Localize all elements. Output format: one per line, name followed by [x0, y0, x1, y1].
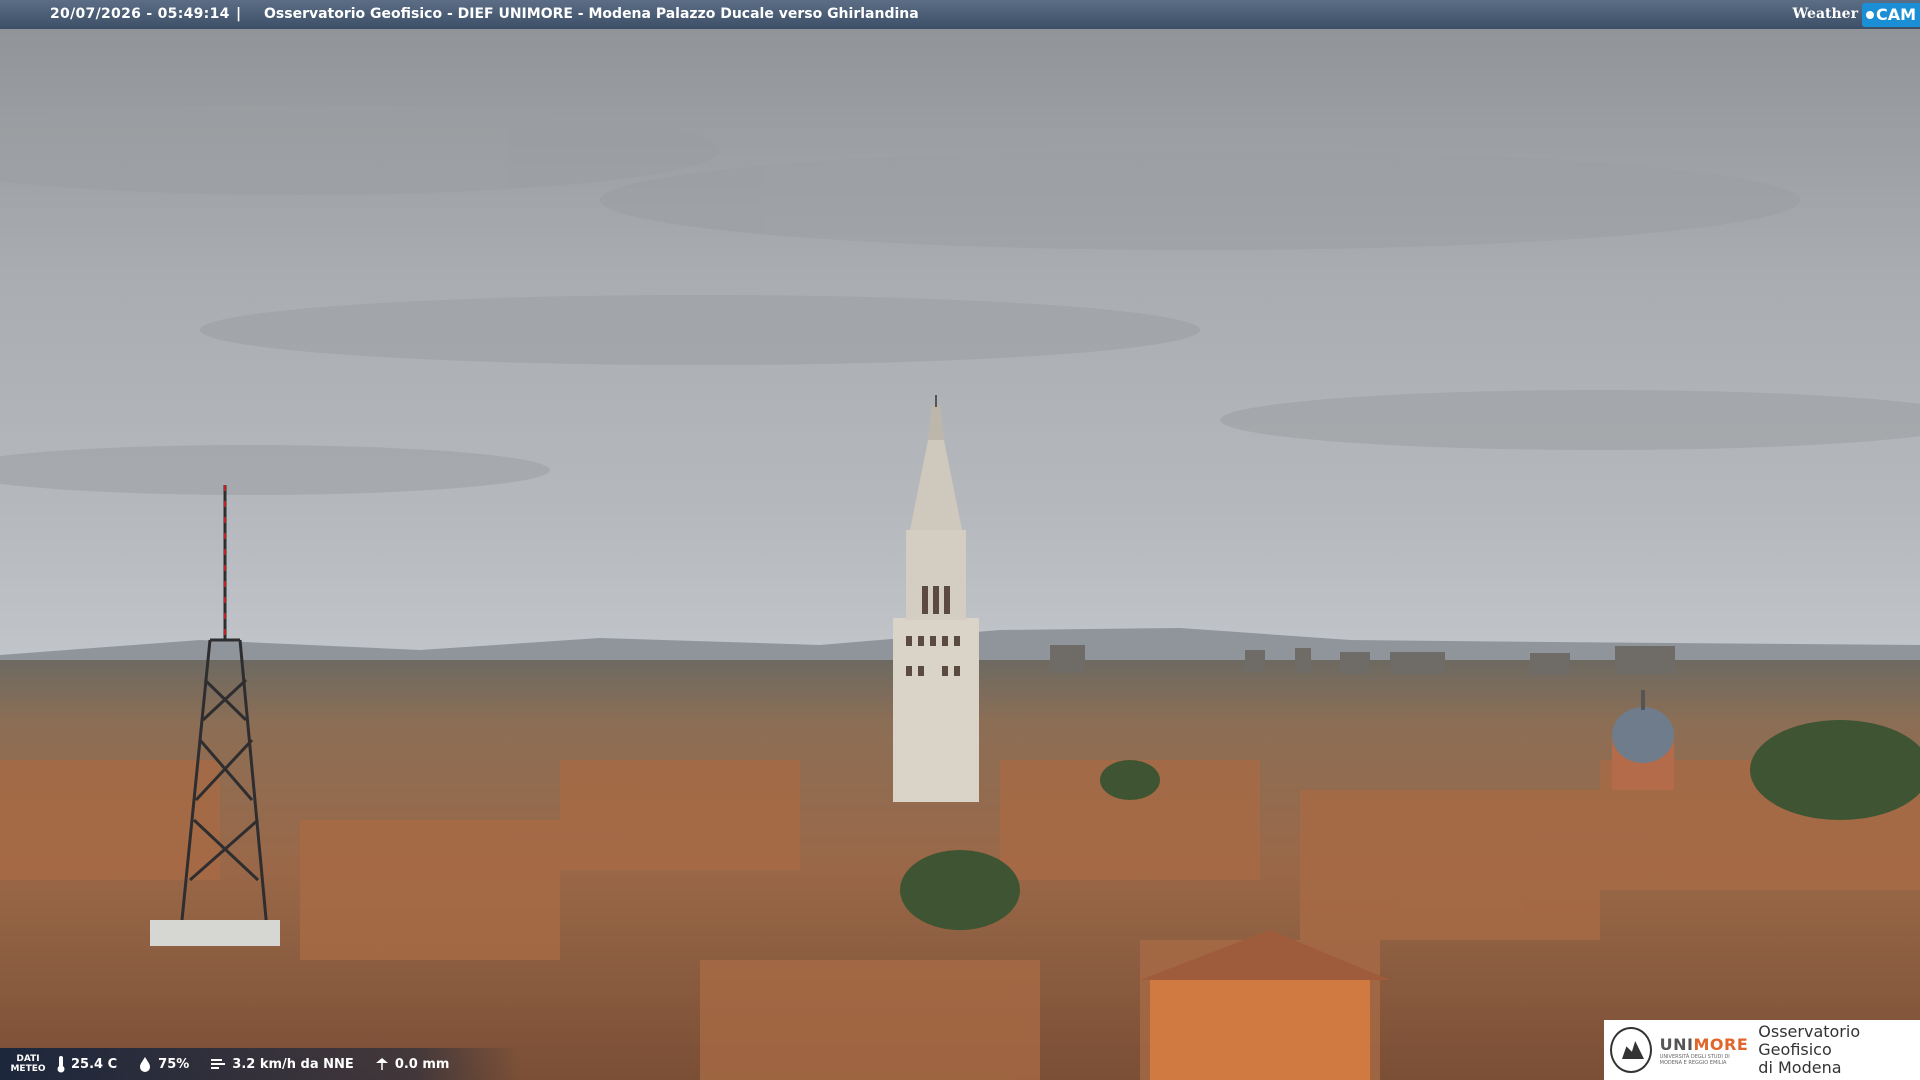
weather-wordmark: Weather — [1792, 6, 1858, 22]
humidity-value: 75% — [158, 1056, 190, 1072]
camera-title: Osservatorio Geofisico - DIEF UNIMORE - … — [264, 6, 919, 22]
webcam-scene — [0, 0, 1920, 1080]
rain-icon — [375, 1058, 388, 1070]
rain-value: 0.0 mm — [394, 1056, 450, 1072]
cam-dot-icon — [1865, 10, 1874, 19]
temperature-value: 25.4 C — [71, 1056, 118, 1072]
timestamp: 20/07/2026 - 05:49:14 — [50, 6, 230, 22]
humidity-drop-icon — [140, 1057, 151, 1072]
header-separator: | — [236, 6, 242, 22]
university-seal-icon — [1610, 1027, 1652, 1073]
more-text: MORE — [1693, 1034, 1749, 1054]
unimore-logo: UNIMORE UNIVERSITÀ DEGLI STUDI DI MODENA… — [1604, 1020, 1920, 1080]
thermometer-icon — [57, 1056, 65, 1073]
unimore-wordmark: UNIMORE UNIVERSITÀ DEGLI STUDI DI MODENA… — [1660, 1035, 1749, 1066]
meteo-label: DATI METEO — [0, 1054, 56, 1074]
observatory-name: Osservatorio Geofisico di Modena — [1758, 1023, 1920, 1077]
observatory-line2: di Modena — [1758, 1058, 1842, 1077]
uni-text: UNI — [1659, 1034, 1694, 1054]
meteo-label-line2: METEO — [10, 1064, 46, 1074]
meteo-label-line1: DATI — [16, 1054, 40, 1064]
cam-badge: CAM — [1861, 2, 1920, 27]
camera-header: 20/07/2026 - 05:49:14 | Osservatorio Geo… — [0, 0, 1920, 29]
humidity-reading: 75% — [137, 1056, 189, 1072]
observatory-line1: Osservatorio Geofisico — [1758, 1022, 1861, 1059]
wind-reading: 3.2 km/h da NNE — [209, 1055, 354, 1073]
temperature-reading: 25.4 C — [56, 1055, 117, 1073]
cam-wordmark: CAM — [1875, 4, 1916, 24]
logo-subtitle-2: MODENA E REGGIO EMILIA — [1659, 1059, 1727, 1066]
rain-reading: 0.0 mm — [374, 1056, 450, 1072]
wind-icon — [211, 1059, 226, 1069]
weathercam-logo: Weather CAM — [1792, 0, 1920, 29]
antenna-box — [150, 920, 280, 946]
wind-value: 3.2 km/h da NNE — [232, 1056, 354, 1072]
meteo-bar: DATI METEO 25.4 C 75% 3.2 km/h da NNE 0.… — [0, 1048, 520, 1080]
